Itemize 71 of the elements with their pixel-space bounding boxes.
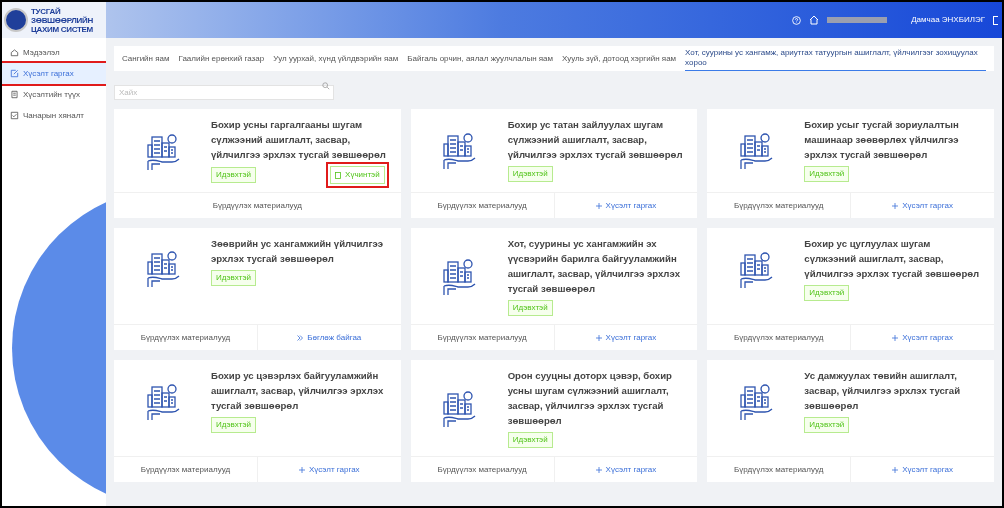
tab[interactable]: Хот, суурины ус хангамж, ариутгах татуургын ашиглалт, үйлчилгээг зохицуулах хороо xyxy=(685,46,986,71)
materials-link[interactable]: Бүрдүүлэх материалууд xyxy=(114,325,257,350)
status-tag: Идэвхтэй xyxy=(211,167,256,183)
home-icon[interactable] xyxy=(809,15,820,25)
card-title: Зөөврийн ус хангамжийн үйлчилгээ эрхлэх тусгай зөвшөөрөл xyxy=(211,237,385,266)
card-title: Бохир ус цуглуулах шугам сүлжээний ашиглалт, засвар, үйлчилгээ эрхлэх тусгай зөвшөөрөл xyxy=(804,237,981,281)
request-link[interactable]: Хүсэлт гаргах xyxy=(850,457,994,482)
status-tag: Идэвхтэй xyxy=(804,417,850,433)
materials-link[interactable]: Бүрдүүлэх материалууд xyxy=(410,325,554,350)
card-title: Орон сууцны доторх цэвэр, бохир усны шугам сүлжээний ашиглалт, засвар, үйлчилгээ эрхлэх тусгай зөвшөөрөл xyxy=(507,369,673,428)
document-icon xyxy=(10,90,19,99)
plus-icon xyxy=(595,202,602,209)
building-hand-icon xyxy=(145,248,180,288)
tab[interactable]: Хууль зүй, дотоод хэргийн яам xyxy=(562,46,677,71)
user-name[interactable]: Дамчаа ЭНХБИЛЭГ xyxy=(911,14,985,26)
status-tag: Идэвхтэй xyxy=(211,417,256,433)
tab[interactable]: Сангийн яам xyxy=(122,46,170,71)
sidebar-item[interactable]: Хүсэлтийн түүх xyxy=(2,84,106,105)
document-icon xyxy=(335,171,342,179)
sidebar-item[interactable]: Мэдээлэл xyxy=(2,42,106,63)
tab[interactable]: Гаалийн ерөнхий газар xyxy=(178,46,265,71)
plus-icon xyxy=(298,466,305,473)
materials-link[interactable]: Бүрдүүлэх материалууд xyxy=(707,325,851,350)
materials-link[interactable]: Бүрдүүлэх материалууд xyxy=(114,193,401,218)
materials-link[interactable]: Бүрдүүлэх материалууд xyxy=(410,193,554,218)
help-icon[interactable] xyxy=(792,15,802,25)
request-link[interactable]: Хүсэлт гаргах xyxy=(850,325,994,350)
sidebar-item[interactable]: Чанарын хяналт xyxy=(2,105,106,126)
logo-text: ЗӨВШӨӨРЛИЙН xyxy=(31,15,93,25)
edit-icon xyxy=(10,69,19,78)
materials-link[interactable]: Бүрдүүлэх материалууд xyxy=(707,457,851,482)
request-link[interactable]: Хүсэлт гаргах xyxy=(850,193,994,218)
status-tag: Идэвхтэй xyxy=(507,432,553,448)
request-link[interactable]: Хүсэлт гаргах xyxy=(553,325,698,350)
building-hand-icon xyxy=(442,388,477,428)
home-icon xyxy=(10,48,19,57)
logo-text: ЦАХИМ СИСТЕМ xyxy=(31,24,93,34)
plus-icon xyxy=(595,334,602,341)
request-link[interactable]: Хүсэлт гаргах xyxy=(256,457,401,482)
double-chevron-icon xyxy=(297,334,304,341)
checklist-icon xyxy=(10,111,19,120)
tab[interactable]: Уул уурхай, хүнд үйлдвэрийн яам xyxy=(273,46,399,71)
redacted-bar xyxy=(827,17,888,23)
status-tag: Идэвхтэй xyxy=(211,270,256,286)
sidebar-item[interactable]: Хүсэлт гаргах xyxy=(2,63,106,84)
emblem-icon xyxy=(4,8,28,32)
materials-link[interactable]: Бүрдүүлэх материалууд xyxy=(410,457,554,482)
card-title: Бохир ус цэвэрлэх байгууламжийн ашиглалт, засвар, үйлчилгээ эрхлэх тусгай зөвшөөрөл xyxy=(211,369,385,413)
status-tag: Идэвхтэй xyxy=(804,166,850,182)
status-tag: Идэвхтэй xyxy=(507,300,553,316)
card-title: Бохир усыг тусгай зориулалтын машинаар зөөвөрлөх үйлчилгээ эрхлэх тусгай зөвшөөрөл xyxy=(804,118,960,162)
continue-link[interactable]: Бөглөж байгаа xyxy=(256,325,401,350)
card-title: Бохир ус татан зайлуулах шугам сүлжээний ашиглалт, засвар, үйлчилгээ эрхлэх тусгай зөвшөөрөл xyxy=(507,118,684,162)
tab[interactable]: Байгаль орчин, аялал жуулчлалын яам xyxy=(407,46,554,71)
materials-link[interactable]: Бүрдүүлэх материалууд xyxy=(707,193,851,218)
plus-icon xyxy=(892,202,899,209)
plus-icon xyxy=(892,334,899,341)
logout-icon[interactable] xyxy=(993,15,998,25)
building-hand-icon xyxy=(442,256,477,296)
request-link[interactable]: Хүсэлт гаргах xyxy=(553,457,698,482)
card-title: Ус дамжуулах төвийн ашиглалт, засвар, үйлчилгээ эрхлэх тусгай зөвшөөрөл xyxy=(804,369,962,413)
status-tag: Идэвхтэй xyxy=(804,285,850,301)
status-tag: Идэвхтэй xyxy=(507,166,553,182)
card-title: Бохир усны гаргалгааны шугам сүлжээний ашиглалт, засвар, үйлчилгээ эрхлэх тусгай зөвшөөрөл xyxy=(211,118,387,162)
plus-icon xyxy=(892,466,899,473)
logo-text: ТУСГАЙ xyxy=(31,6,62,16)
plus-icon xyxy=(595,466,602,473)
materials-link[interactable]: Бүрдүүлэх материалууд xyxy=(114,457,257,482)
card-title: Хот, суурины ус хангамжийн эх үүсвэрийн барилга байгууламжийн ашиглалт, засвар, үйлчилгээ эрхлэх тусгай зөвшөөрөл xyxy=(507,237,681,296)
request-link[interactable]: Хүсэлт гаргах xyxy=(553,193,698,218)
search-field[interactable]: Хайх xyxy=(114,85,334,100)
